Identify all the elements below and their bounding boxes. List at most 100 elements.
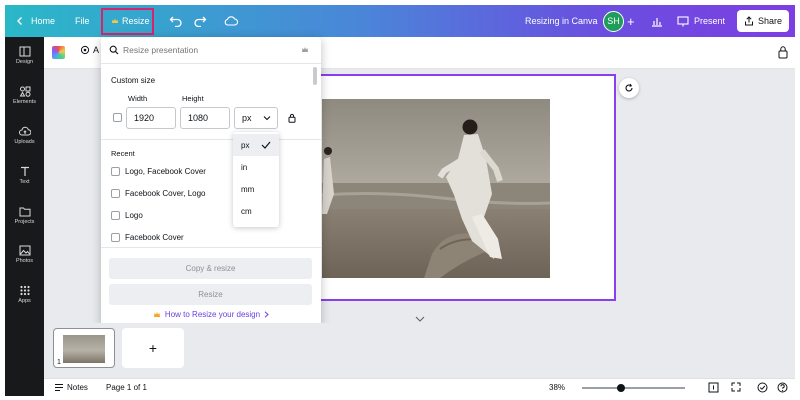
share-button[interactable]: Share — [737, 10, 789, 32]
panel-scrollbar[interactable] — [313, 67, 317, 85]
collapse-chevron-icon[interactable] — [415, 316, 425, 322]
page-thumbnail[interactable]: 1 — [53, 328, 115, 368]
beach-photo-graphic — [322, 99, 550, 278]
home-button[interactable]: Home — [15, 5, 55, 37]
resize-confirm-button[interactable]: Resize — [109, 284, 312, 305]
file-menu[interactable]: File — [75, 5, 90, 37]
sidebar-item-label: Uploads — [14, 139, 35, 145]
avatar[interactable]: SH — [603, 5, 624, 37]
lock-ratio-icon[interactable] — [288, 113, 296, 123]
sidebar-item-elements[interactable]: Elements — [5, 86, 44, 105]
checkmark-icon — [261, 141, 271, 149]
animate-label: A — [93, 45, 100, 55]
document-title-text: Resizing in Canva — [525, 16, 598, 26]
recent-item-checkbox[interactable] — [111, 189, 120, 198]
page-number: 1 — [57, 359, 61, 366]
unit-option-cm[interactable]: cm — [233, 200, 279, 222]
top-bar: Home File Resize Resizing in Canva SH + — [5, 5, 795, 37]
recent-item-label: Facebook Cover — [125, 233, 184, 242]
unit-option-label: mm — [241, 184, 255, 194]
lock-icon[interactable] — [777, 45, 789, 59]
zoom-slider[interactable] — [582, 387, 685, 389]
add-collaborator-button[interactable]: + — [627, 5, 635, 37]
sidebar-item-label: Text — [19, 179, 30, 185]
width-label: Width — [128, 94, 148, 103]
recent-item-label: Logo — [125, 211, 143, 220]
copy-and-resize-button[interactable]: Copy & resize — [109, 258, 312, 279]
notes-icon[interactable] — [54, 383, 64, 392]
crown-icon — [302, 47, 308, 52]
photo-man-on-beach[interactable] — [322, 99, 550, 278]
sidebar-item-projects[interactable]: Projects — [5, 206, 44, 225]
present-button[interactable]: Present — [677, 5, 725, 37]
custom-size-checkbox[interactable] — [113, 113, 122, 122]
add-page-button[interactable]: + — [122, 328, 184, 368]
unit-option-px[interactable]: px — [233, 134, 279, 156]
apps-grid-icon — [19, 285, 30, 296]
share-label: Share — [757, 16, 783, 26]
height-input[interactable]: 1080 — [180, 107, 230, 129]
divider — [101, 139, 321, 140]
undo-button[interactable] — [169, 5, 183, 37]
sidebar-item-text[interactable]: Text — [5, 166, 44, 185]
home-label: Home — [31, 16, 56, 26]
width-input[interactable]: 1920 — [126, 107, 176, 129]
how-to-resize-link[interactable]: How to Resize your design — [101, 310, 321, 319]
fullscreen-icon[interactable] — [731, 382, 741, 392]
shapes-icon — [19, 86, 30, 97]
sidebar-item-label: Design — [15, 59, 34, 65]
zoom-percent[interactable]: 38% — [549, 383, 565, 392]
recent-item-label: Logo, Facebook Cover — [125, 167, 206, 176]
unit-option-label: cm — [241, 206, 252, 216]
image-icon — [19, 245, 30, 256]
divider — [101, 63, 321, 64]
chevron-right-icon — [264, 311, 269, 318]
unit-select[interactable]: px — [234, 107, 278, 129]
sidebar-item-photos[interactable]: Photos — [5, 245, 44, 264]
avatar-initials: SH — [603, 10, 624, 32]
animate-button[interactable]: A — [80, 45, 99, 55]
color-picker-button[interactable] — [52, 46, 65, 59]
check-circle-icon[interactable] — [757, 382, 768, 393]
present-screen-icon — [677, 15, 689, 26]
unit-options-list: px in mm cm — [233, 132, 279, 227]
regenerate-button[interactable] — [619, 78, 639, 98]
unit-option-mm[interactable]: mm — [233, 178, 279, 200]
sidebar-item-design[interactable]: Design — [5, 46, 44, 65]
text-t-icon — [20, 166, 29, 176]
insights-button[interactable] — [651, 5, 663, 37]
unit-select-value: px — [242, 113, 252, 123]
recent-item-checkbox[interactable] — [111, 167, 120, 176]
search-icon — [109, 45, 119, 55]
redo-button[interactable] — [193, 5, 207, 37]
sidebar-item-label: Projects — [14, 219, 35, 225]
sidebar-item-apps[interactable]: Apps — [5, 285, 44, 304]
plus-icon: + — [627, 13, 635, 29]
resize-search-input[interactable] — [123, 42, 293, 58]
recent-item-checkbox[interactable] — [111, 211, 120, 220]
recent-item[interactable]: Logo, Facebook Cover — [111, 167, 206, 176]
bar-chart-icon — [652, 17, 662, 27]
sidebar-item-uploads[interactable]: Uploads — [5, 126, 44, 145]
recent-item[interactable]: Logo — [111, 211, 143, 220]
notes-button[interactable]: Notes — [67, 383, 88, 392]
sidebar-item-label: Photos — [15, 258, 34, 264]
present-label: Present — [694, 16, 726, 26]
design-page[interactable] — [302, 74, 616, 301]
document-title[interactable]: Resizing in Canva — [525, 5, 598, 37]
recent-item-checkbox[interactable] — [111, 233, 120, 242]
cloud-check-icon — [224, 16, 238, 26]
help-icon[interactable] — [777, 382, 788, 393]
recent-item[interactable]: Facebook Cover — [111, 233, 184, 242]
chevron-left-icon — [17, 17, 22, 25]
left-sidebar: Design Elements Uploads Text Projects Ph… — [5, 37, 44, 396]
page-grid-icon[interactable] — [708, 382, 719, 393]
resize-button[interactable]: Resize — [111, 5, 150, 37]
resize-label: Resize — [122, 16, 150, 26]
crown-icon — [153, 312, 160, 317]
folder-icon — [19, 207, 30, 217]
recent-item[interactable]: Facebook Cover, Logo — [111, 189, 206, 198]
zoom-slider-handle[interactable] — [617, 384, 626, 392]
unit-option-in[interactable]: in — [233, 156, 279, 178]
cloud-save-status[interactable] — [224, 5, 238, 37]
